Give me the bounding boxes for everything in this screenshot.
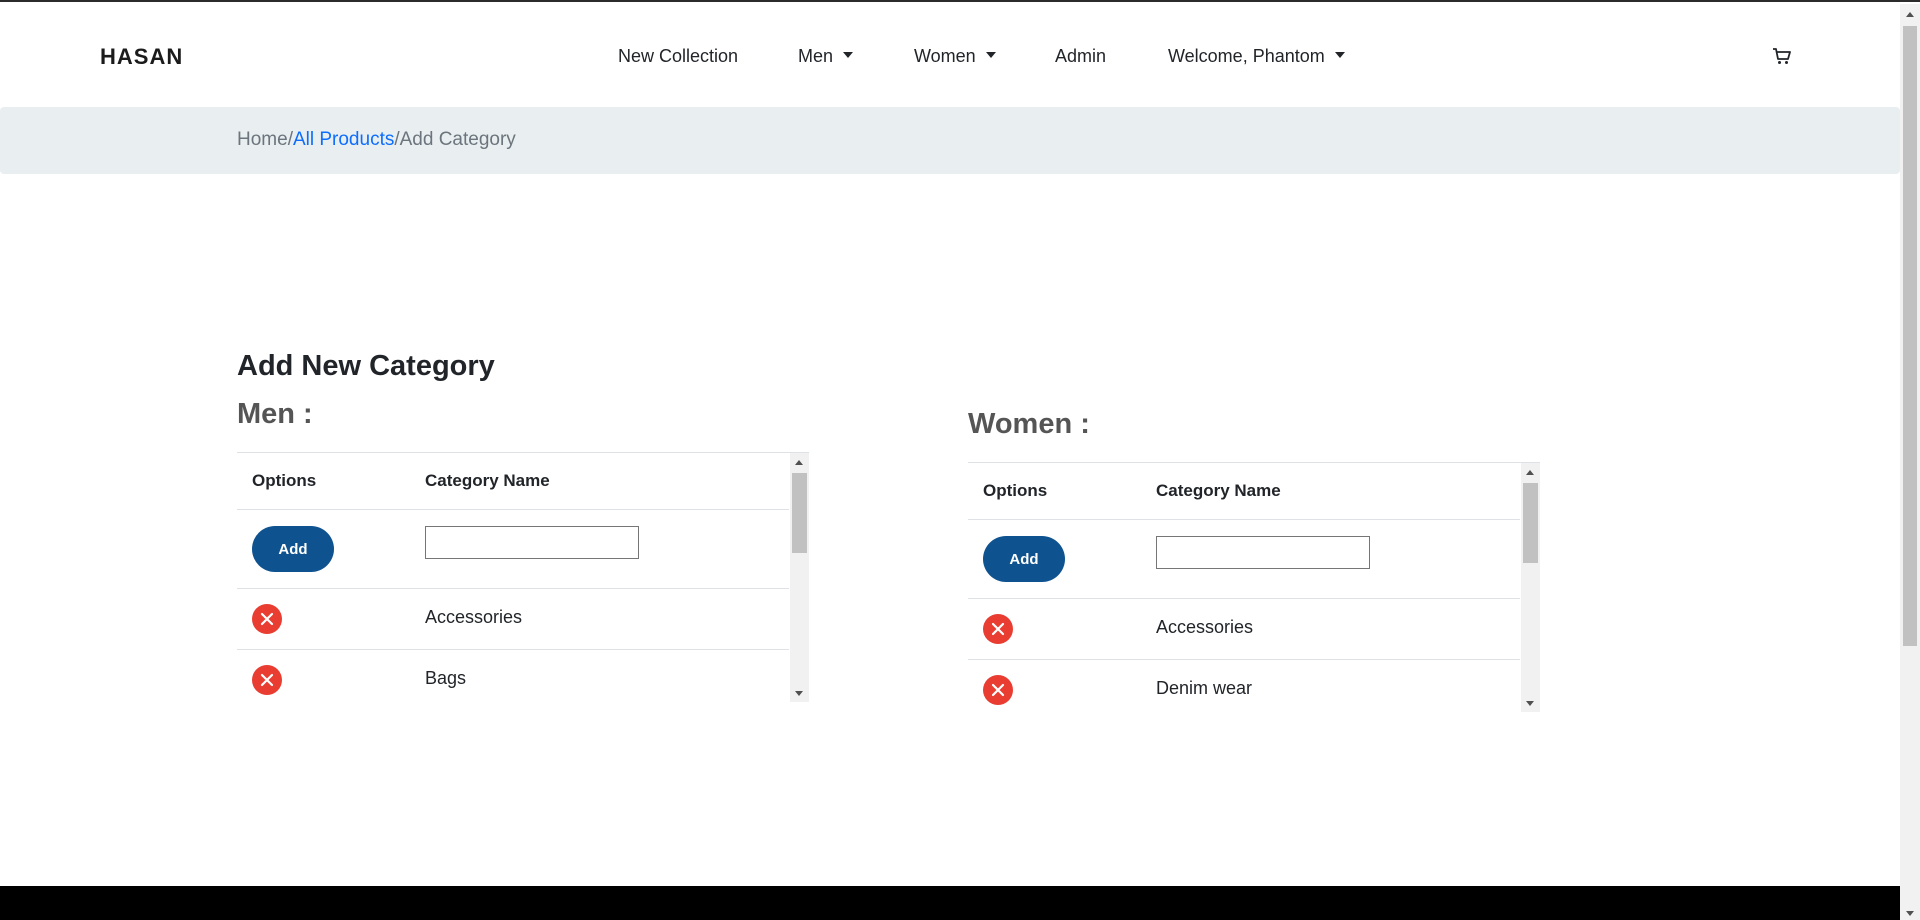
- scroll-down-arrow-icon[interactable]: [1526, 701, 1534, 706]
- page-scrollbar[interactable]: [1900, 4, 1920, 920]
- navbar: HASAN New Collection Men Women Admin Wel…: [0, 4, 1900, 107]
- table-header-row: Options Category Name: [237, 453, 789, 510]
- breadcrumb: Home/All Products/Add Category: [0, 107, 1900, 174]
- scroll-up-arrow-icon[interactable]: [1526, 470, 1534, 475]
- scroll-down-arrow-icon[interactable]: [795, 691, 803, 696]
- add-row: Add: [968, 520, 1520, 599]
- breadcrumb-current: Add Category: [399, 129, 516, 150]
- scrollbar-thumb[interactable]: [1903, 26, 1917, 646]
- table-row: Accessories: [968, 599, 1520, 660]
- women-category-table[interactable]: Options Category Name Add Accessories De…: [968, 462, 1540, 712]
- delete-icon[interactable]: [983, 614, 1013, 644]
- category-name-input[interactable]: [425, 526, 639, 559]
- table-row: Denim wear: [968, 660, 1520, 712]
- nav-item-men[interactable]: Men: [798, 46, 854, 67]
- add-category-button[interactable]: Add: [252, 526, 334, 572]
- category-name: Accessories: [1156, 617, 1254, 637]
- table-content: Options Category Name Add Accessories De…: [968, 463, 1520, 712]
- delete-icon[interactable]: [252, 604, 282, 634]
- caret-down-icon: [985, 52, 996, 58]
- scroll-down-arrow-icon[interactable]: [1906, 911, 1914, 916]
- column-header-category-name: Category Name: [425, 471, 550, 490]
- nav-item-admin[interactable]: Admin: [1055, 46, 1106, 67]
- table-header-row: Options Category Name: [968, 463, 1520, 520]
- nav-item-label: Admin: [1055, 46, 1107, 66]
- nav-item-user-menu[interactable]: Welcome, Phantom: [1168, 46, 1345, 67]
- section-title-men: Men :: [237, 398, 313, 430]
- caret-down-icon: [843, 52, 854, 58]
- nav-item-new-collection[interactable]: New Collection: [618, 46, 738, 67]
- add-row: Add: [237, 510, 789, 589]
- nav-item-label: Welcome, Phantom: [1168, 46, 1325, 66]
- breadcrumb-all-products[interactable]: All Products: [293, 129, 394, 150]
- men-category-table[interactable]: Options Category Name Add Accessories Ba…: [237, 452, 809, 702]
- table-row: Accessories: [237, 589, 789, 650]
- category-name: Denim wear: [1156, 678, 1253, 698]
- delete-icon[interactable]: [983, 675, 1013, 705]
- delete-icon[interactable]: [252, 665, 282, 695]
- category-name-input[interactable]: [1156, 536, 1370, 569]
- nav-item-label: Men: [798, 46, 834, 66]
- table-scrollbar[interactable]: [1521, 463, 1540, 712]
- category-name: Bags: [425, 668, 467, 688]
- nav-item-label: New Collection: [618, 46, 739, 66]
- caret-down-icon: [1334, 52, 1345, 58]
- page-title: Add New Category: [237, 350, 495, 382]
- footer: [0, 886, 1900, 920]
- cart-icon[interactable]: [1772, 46, 1792, 66]
- table-row: Bags: [237, 650, 789, 702]
- column-header-category-name: Category Name: [1156, 481, 1281, 500]
- breadcrumb-trail: Home/All Products/Add Category: [237, 129, 516, 151]
- brand-logo[interactable]: HASAN: [100, 44, 183, 70]
- scroll-up-arrow-icon[interactable]: [795, 460, 803, 465]
- table-scrollbar[interactable]: [790, 453, 809, 702]
- nav-item-women[interactable]: Women: [914, 46, 996, 67]
- column-header-options: Options: [252, 471, 317, 490]
- table-content: Options Category Name Add Accessories Ba…: [237, 453, 789, 702]
- scrollbar-thumb[interactable]: [792, 473, 807, 553]
- column-header-options: Options: [983, 481, 1048, 500]
- section-title-women: Women :: [968, 408, 1090, 440]
- scrollbar-thumb[interactable]: [1523, 483, 1538, 563]
- scroll-up-arrow-icon[interactable]: [1906, 12, 1914, 17]
- add-category-button[interactable]: Add: [983, 536, 1065, 582]
- breadcrumb-home[interactable]: Home: [237, 129, 288, 150]
- nav-item-label: Women: [914, 46, 976, 66]
- page: HASAN New Collection Men Women Admin Wel…: [0, 0, 1920, 920]
- category-name: Accessories: [425, 607, 523, 627]
